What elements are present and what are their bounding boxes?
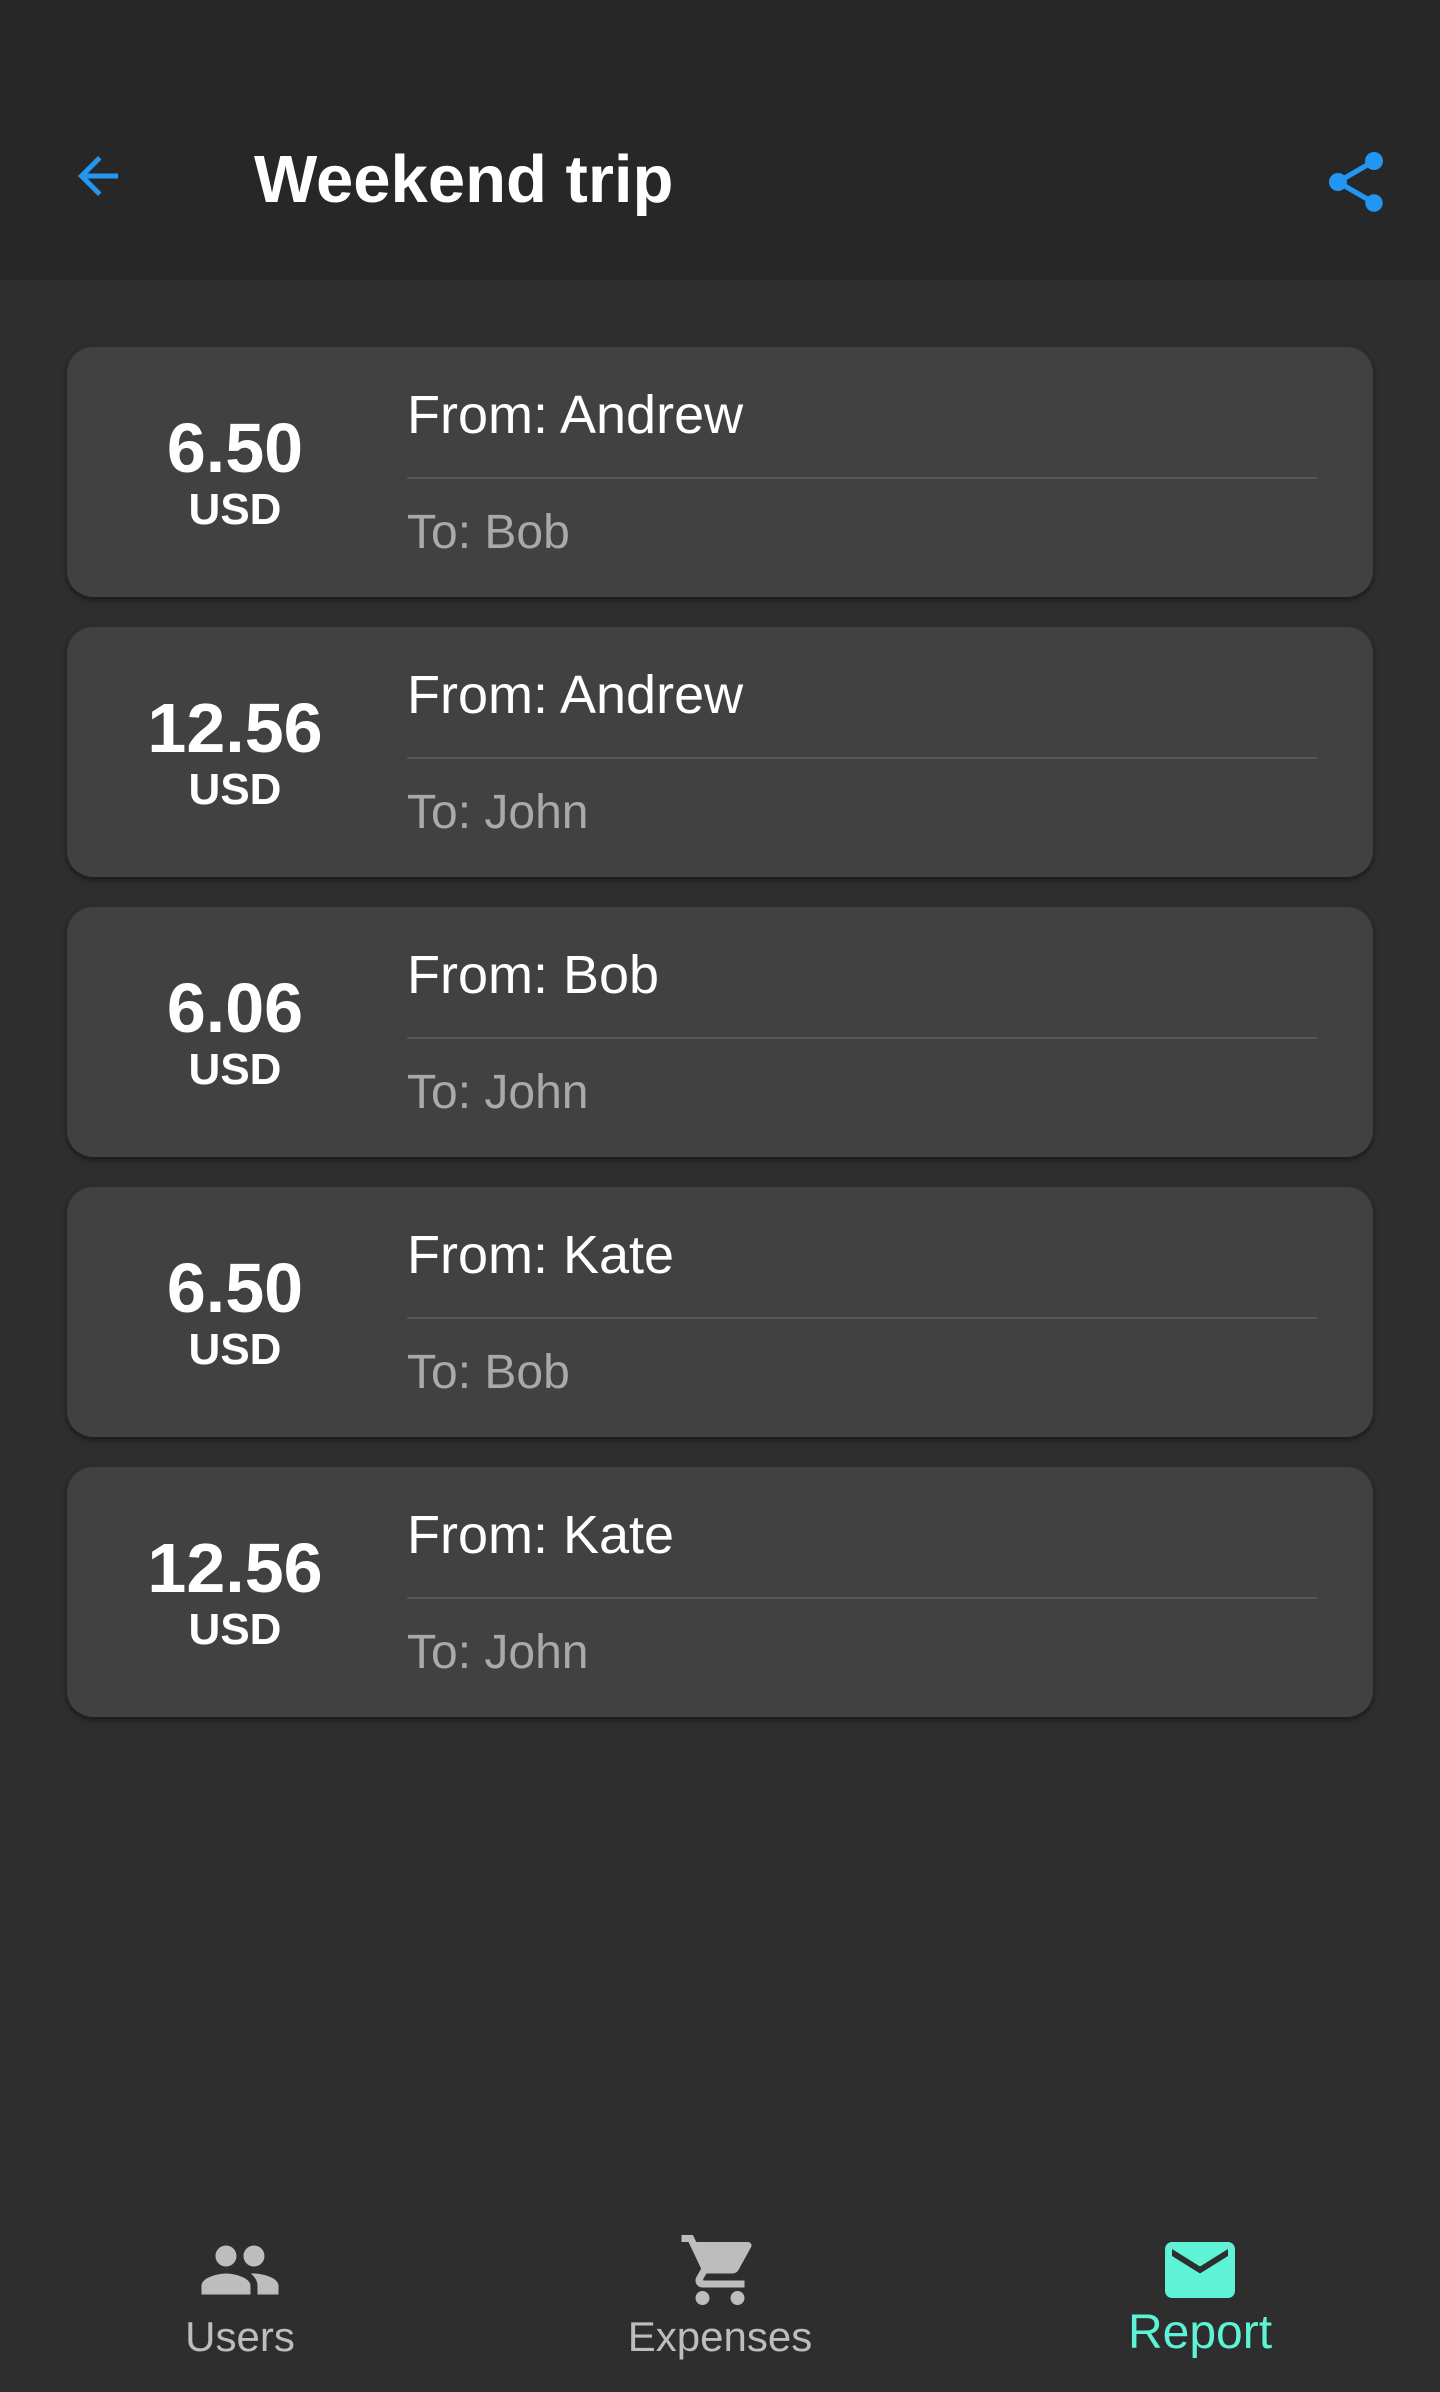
to-label: To: Bob (407, 506, 570, 559)
to-label: To: John (407, 1066, 589, 1119)
currency-label: USD (188, 1605, 282, 1654)
from-label: From: Bob (407, 945, 660, 1005)
users-icon (201, 2245, 279, 2295)
to-label: To: Bob (407, 1346, 570, 1399)
amount-value: 12.56 (147, 689, 323, 767)
divider (407, 757, 1317, 759)
nav-label-expenses: Expenses (627, 2313, 813, 2360)
amount-value: 12.56 (147, 1529, 323, 1607)
nav-label-report: Report (1127, 2306, 1273, 2359)
share-button[interactable] (1310, 136, 1402, 228)
mail-icon-wrap (1050, 2228, 1350, 2312)
nav-item-report[interactable]: Report (1050, 2198, 1350, 2392)
transfer-list: 6.50 USD From: Andrew To: Bob 12.56 USD … (67, 347, 1373, 1747)
amount-block: 6.50 USD (67, 1187, 403, 1437)
nav-item-expenses[interactable]: Expenses (570, 2198, 870, 2392)
divider (407, 477, 1317, 479)
users-icon-wrap (90, 2228, 390, 2312)
cart-icon-wrap (570, 2228, 870, 2312)
from-label: From: Kate (407, 1505, 675, 1565)
app-bar: Weekend trip (0, 0, 1440, 280)
currency-label: USD (188, 485, 282, 534)
amount-value: 6.50 (166, 1249, 304, 1327)
currency-label: USD (188, 1045, 282, 1094)
amount-block: 6.06 USD (67, 907, 403, 1157)
to-label: To: John (407, 1626, 589, 1679)
amount-block: 6.50 USD (67, 347, 403, 597)
transfer-card[interactable]: 12.56 USD From: Andrew To: John (67, 627, 1373, 877)
from-label: From: Kate (407, 1225, 675, 1285)
from-label: From: Andrew (407, 665, 744, 725)
page-title: Weekend trip (254, 142, 674, 217)
cart-icon (681, 2235, 752, 2305)
back-button[interactable] (52, 130, 144, 222)
divider (407, 1317, 1317, 1319)
transfer-card[interactable]: 12.56 USD From: Kate To: John (67, 1467, 1373, 1717)
arrow-back-icon (78, 156, 118, 196)
from-label: From: Andrew (407, 385, 744, 445)
to-label: To: John (407, 786, 589, 839)
currency-label: USD (188, 765, 282, 814)
bottom-nav: Users Expenses Report (0, 2198, 1440, 2392)
amount-block: 12.56 USD (67, 627, 403, 877)
amount-value: 6.50 (166, 409, 304, 487)
divider (407, 1597, 1317, 1599)
divider (407, 1037, 1317, 1039)
share-icon (1329, 152, 1383, 212)
transfer-card[interactable]: 6.50 USD From: Kate To: Bob (67, 1187, 1373, 1437)
mail-icon (1165, 2242, 1235, 2298)
amount-block: 12.56 USD (67, 1467, 403, 1717)
transfer-card[interactable]: 6.50 USD From: Andrew To: Bob (67, 347, 1373, 597)
nav-item-users[interactable]: Users (90, 2198, 390, 2392)
transfer-card[interactable]: 6.06 USD From: Bob To: John (67, 907, 1373, 1157)
nav-label-users: Users (185, 2313, 295, 2360)
currency-label: USD (188, 1325, 282, 1374)
amount-value: 6.06 (166, 969, 304, 1047)
